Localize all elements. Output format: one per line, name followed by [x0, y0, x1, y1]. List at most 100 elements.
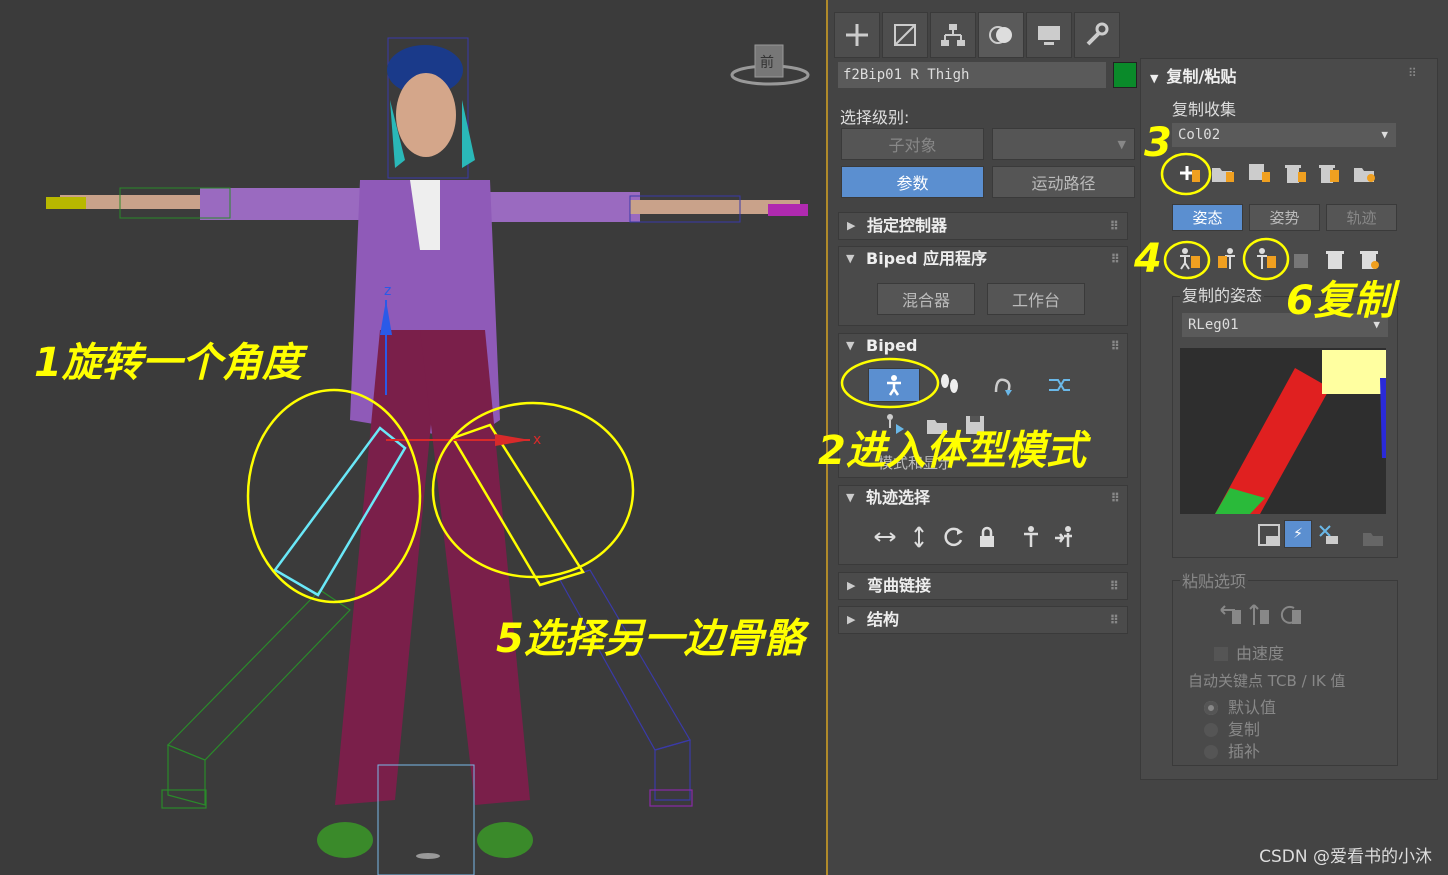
auto-key-label: 自动关键点 TCB / IK 值 [1188, 672, 1346, 690]
capture-viewport-icon[interactable] [1256, 522, 1282, 548]
copy-collection-label: 复制收集 [1172, 100, 1237, 119]
create-collection-icon[interactable] [1176, 160, 1202, 186]
hierarchy-icon [941, 24, 965, 46]
collapse-arrow-icon: ▼ [846, 339, 855, 352]
biped-apps-rollout[interactable]: ▼ Biped 应用程序 ⠿ [838, 246, 1128, 274]
motion-tab[interactable] [978, 12, 1024, 58]
paste-posture-opposite-icon[interactable] [1252, 246, 1278, 272]
checkbox-icon [1214, 647, 1228, 661]
params-button[interactable]: 参数 [841, 166, 984, 198]
annotation-step5: 5选择另一边骨骼 [496, 616, 804, 662]
radio-default[interactable]: 默认值 [1204, 694, 1276, 718]
gizmo-x-label: x [533, 432, 541, 448]
delete-collection-icon[interactable] [1282, 160, 1308, 186]
create-tab[interactable] [834, 12, 880, 58]
workbench-button[interactable]: 工作台 [987, 283, 1085, 315]
watermark: CSDN @爱看书的小沐 [1259, 847, 1432, 867]
sub-object-dropdown[interactable]: ▼ [992, 128, 1135, 160]
annotation-step2: 2进入体型模式 [818, 428, 1086, 474]
selection-level-label: 选择级别: [840, 108, 910, 127]
copy-posture-icon[interactable] [1176, 246, 1202, 272]
expand-arrow-icon: ▶ [847, 579, 856, 592]
annotation-step6: 6复制 [1286, 278, 1394, 324]
utilities-tab[interactable] [1074, 12, 1120, 58]
biped-rollout[interactable]: ▼ Biped ⠿ [838, 333, 1128, 361]
annotation-step4: 4 [1134, 236, 1162, 282]
no-snapshot-icon[interactable] [1316, 522, 1342, 548]
annotation-step3: 3 [1144, 120, 1172, 166]
create-icon [846, 24, 868, 46]
trajectory-button[interactable]: 运动路径 [992, 166, 1135, 198]
grip-icon: ⠿ [1109, 579, 1119, 593]
object-name-field[interactable]: f2Bip01 R Thigh [838, 62, 1106, 88]
display-tab[interactable] [1026, 12, 1072, 58]
figure-mode-icon [887, 375, 901, 396]
mixer-mode-icon[interactable] [1046, 372, 1072, 398]
tab-posture[interactable]: 姿态 [1172, 204, 1243, 231]
grip-icon: ⠿ [1110, 339, 1120, 353]
gizmo-z-label: z [384, 283, 391, 299]
viewport[interactable]: 前 z x [0, 0, 828, 875]
footstep-mode-icon[interactable] [936, 372, 962, 398]
load-collection-icon[interactable] [1210, 160, 1236, 186]
motion-icon [989, 26, 1012, 44]
grip-icon: ⠿ [1110, 491, 1120, 505]
grip-icon: ⠿ [1110, 252, 1120, 266]
lock-icon[interactable] [974, 524, 1000, 550]
radio-icon [1204, 723, 1218, 737]
save-collection-icon[interactable] [1246, 160, 1272, 186]
paste-vertical-icon[interactable] [1246, 602, 1272, 628]
motion-flow-icon[interactable] [990, 372, 1016, 398]
max-load-icon[interactable] [1352, 160, 1378, 186]
copied-posture-label: 复制的姿态 [1180, 282, 1265, 306]
mixer-button[interactable]: 混合器 [877, 283, 975, 315]
expand-arrow-icon: ▶ [847, 219, 856, 232]
load-image-icon[interactable] [1360, 524, 1386, 550]
radio-icon [1204, 701, 1218, 715]
bend-links-rollout[interactable]: ▶ 弯曲链接 ⠿ [838, 572, 1128, 600]
utilities-icon [1086, 22, 1109, 46]
viewcube-label: 前 [760, 54, 774, 71]
structure-rollout[interactable]: ▶ 结构 ⠿ [838, 606, 1128, 634]
copy-collection-dropdown[interactable]: Col02 ▼ [1172, 123, 1396, 147]
radio-icon [1204, 745, 1218, 759]
auto-snapshot-button[interactable]: ⚡ [1284, 520, 1312, 548]
copy-paste-title[interactable]: ▼ 复制/粘贴 [1150, 63, 1236, 87]
symmetrical-icon[interactable] [1018, 524, 1044, 550]
sub-object-button[interactable]: 子对象 [841, 128, 984, 160]
grip-icon: ⠿ [1109, 613, 1119, 627]
assign-controller-rollout[interactable]: ▶ 指定控制器 ⠿ [838, 212, 1128, 240]
posture-thumbnail [1180, 348, 1386, 514]
rotate-icon[interactable] [940, 524, 966, 550]
expand-arrow-icon: ▶ [847, 613, 856, 626]
paste-posture-icon[interactable] [1214, 246, 1240, 272]
command-panel-tabs [834, 12, 1120, 58]
display-icon [1038, 26, 1060, 45]
tab-track[interactable]: 轨迹 [1326, 204, 1397, 231]
modify-icon [894, 24, 916, 46]
by-velocity-checkbox[interactable]: 由速度 [1214, 640, 1284, 664]
chevron-down-icon: ▼ [1117, 137, 1126, 151]
paste-options-label: 粘贴选项 [1180, 568, 1249, 592]
horizontal-arrows-icon[interactable] [872, 524, 898, 550]
vertical-arrows-icon[interactable] [906, 524, 932, 550]
modify-tab[interactable] [882, 12, 928, 58]
track-selection-rollout[interactable]: ▼ 轨迹选择 ⠿ [838, 485, 1128, 513]
opposite-icon[interactable] [1052, 524, 1078, 550]
figure-mode-button[interactable] [868, 368, 920, 402]
collapse-arrow-icon: ▼ [846, 491, 855, 504]
radio-interpolate[interactable]: 插补 [1204, 738, 1260, 762]
tab-pose[interactable]: 姿势 [1249, 204, 1320, 231]
radio-copy[interactable]: 复制 [1204, 716, 1260, 740]
grip-icon: ⠿ [1408, 66, 1417, 80]
left-leg-wireframe [161, 589, 351, 809]
chevron-down-icon: ▼ [1381, 128, 1388, 141]
grip-icon: ⠿ [1109, 219, 1119, 233]
annotation-step1: 1旋转一个角度 [34, 340, 302, 386]
paste-rotation-icon[interactable] [1278, 602, 1304, 628]
object-color-swatch[interactable] [1113, 62, 1137, 88]
hierarchy-tab[interactable] [930, 12, 976, 58]
collapse-arrow-icon: ▼ [1150, 72, 1159, 85]
delete-all-collections-icon[interactable] [1316, 160, 1342, 186]
paste-horizontal-icon[interactable] [1218, 602, 1244, 628]
